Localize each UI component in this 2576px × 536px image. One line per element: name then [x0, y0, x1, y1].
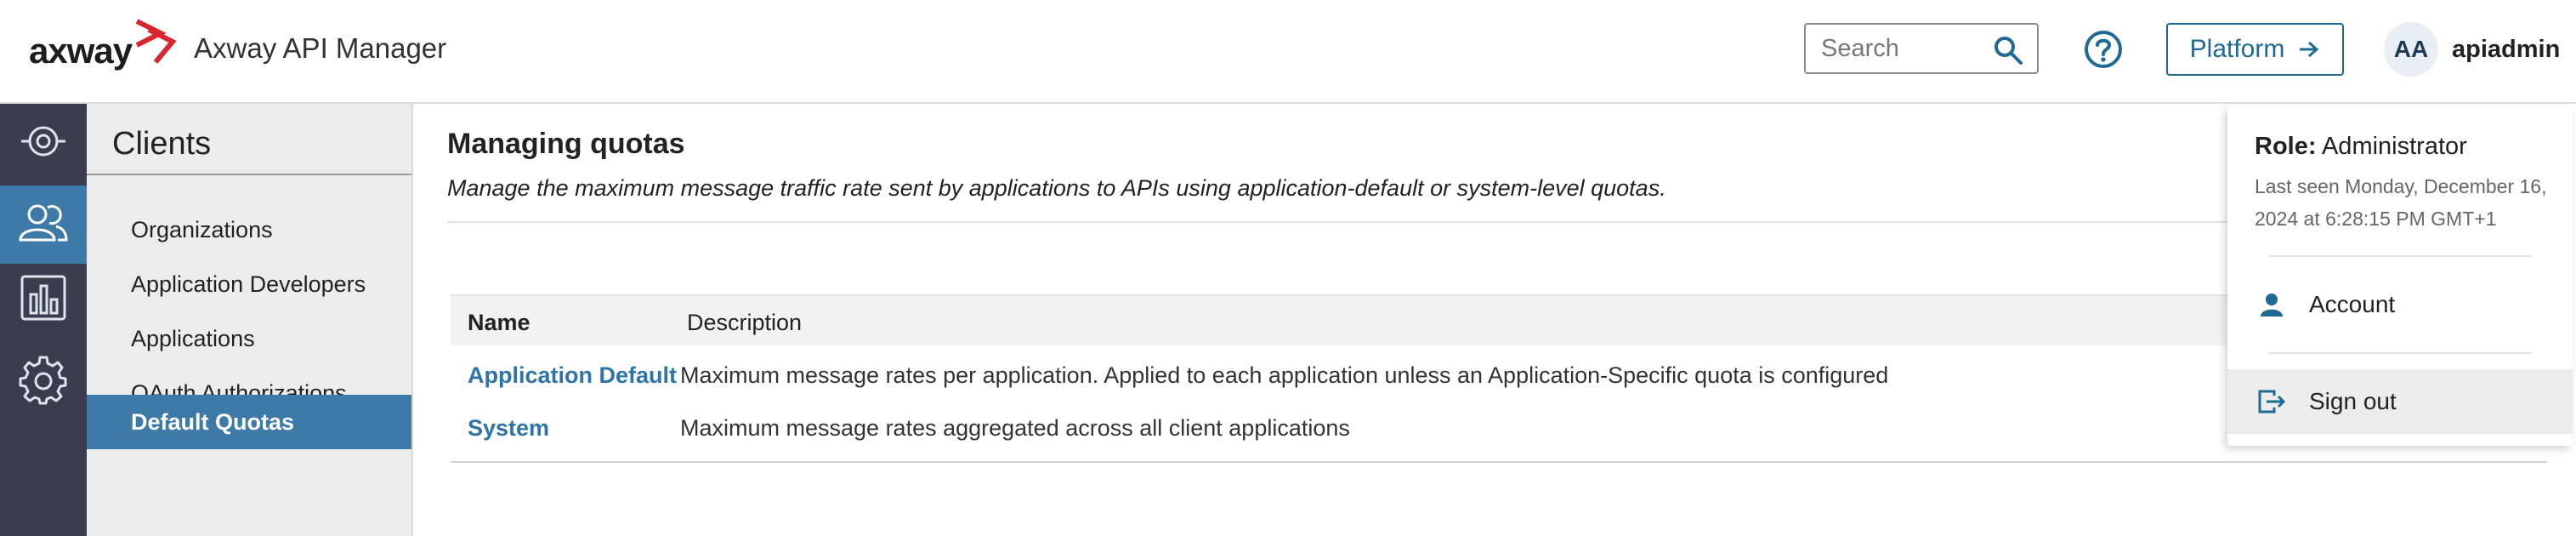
arrow-right-icon	[2298, 40, 2320, 59]
section-divider	[87, 174, 411, 175]
page-description: Manage the maximum message traffic rate …	[447, 175, 1666, 201]
quota-link-application-default[interactable]: Application Default	[468, 362, 677, 389]
page-title: Managing quotas	[447, 128, 685, 160]
users-icon	[17, 201, 70, 249]
logo-wordmark: axway	[29, 31, 133, 71]
sign-out-icon	[2256, 389, 2287, 414]
quota-description: Maximum message rates aggregated across …	[680, 415, 1350, 441]
axway-logo[interactable]: axway	[29, 15, 183, 87]
analytics-bars-icon	[20, 274, 67, 326]
quota-description: Maximum message rates per application. A…	[680, 362, 1889, 388]
subnav-item-applications[interactable]: Applications	[87, 311, 411, 366]
column-header-name[interactable]: Name	[468, 310, 531, 336]
table-bottom-border	[451, 461, 2547, 463]
search-input[interactable]	[1819, 33, 1993, 64]
account-menu-item[interactable]: Account	[2227, 272, 2573, 337]
subnav-item-default-quotas[interactable]: Default Quotas	[87, 395, 411, 449]
help-icon[interactable]	[2084, 30, 2123, 73]
nav-clients[interactable]	[0, 185, 87, 264]
logo-mark-icon	[133, 18, 183, 70]
subnav-item-organizations[interactable]: Organizations	[87, 202, 411, 257]
role-label: Role:	[2255, 133, 2317, 160]
section-title: Clients	[112, 126, 212, 162]
username-button[interactable]: apiadmin	[2452, 36, 2560, 64]
gear-icon	[18, 354, 69, 409]
subnav-item-application-developers[interactable]: Application Developers	[87, 257, 411, 311]
person-icon	[2256, 292, 2287, 317]
nav-dashboard[interactable]	[0, 104, 87, 182]
platform-button[interactable]: Platform	[2166, 23, 2344, 76]
menu-divider	[2268, 352, 2532, 354]
secondary-nav: Clients Organizations Application Develo…	[87, 104, 413, 536]
user-menu-dropdown: Role: Administrator Last seen Monday, De…	[2227, 105, 2573, 446]
dashboard-target-icon	[20, 117, 67, 169]
nav-analytics[interactable]	[0, 260, 87, 339]
sign-out-menu-item[interactable]: Sign out	[2227, 369, 2573, 434]
platform-button-label: Platform	[2189, 35, 2285, 63]
sign-out-label: Sign out	[2309, 388, 2397, 414]
search-field[interactable]	[1804, 23, 2039, 74]
search-icon[interactable]	[1993, 35, 2023, 70]
top-bar: axway Axway API Manager Platform	[0, 0, 2576, 104]
avatar[interactable]: AA	[2384, 22, 2438, 77]
nav-settings[interactable]	[0, 342, 87, 420]
account-label: Account	[2309, 291, 2396, 317]
last-seen-text: Last seen Monday, December 16, 2024 at 6…	[2255, 175, 2547, 230]
primary-nav	[0, 104, 87, 536]
quota-link-system[interactable]: System	[468, 415, 549, 442]
menu-divider	[2268, 255, 2532, 257]
column-header-description[interactable]: Description	[687, 310, 802, 336]
user-role: Role: Administrator	[2255, 133, 2467, 161]
role-value: Administrator	[2321, 133, 2467, 160]
app-title: Axway API Manager	[194, 32, 447, 64]
